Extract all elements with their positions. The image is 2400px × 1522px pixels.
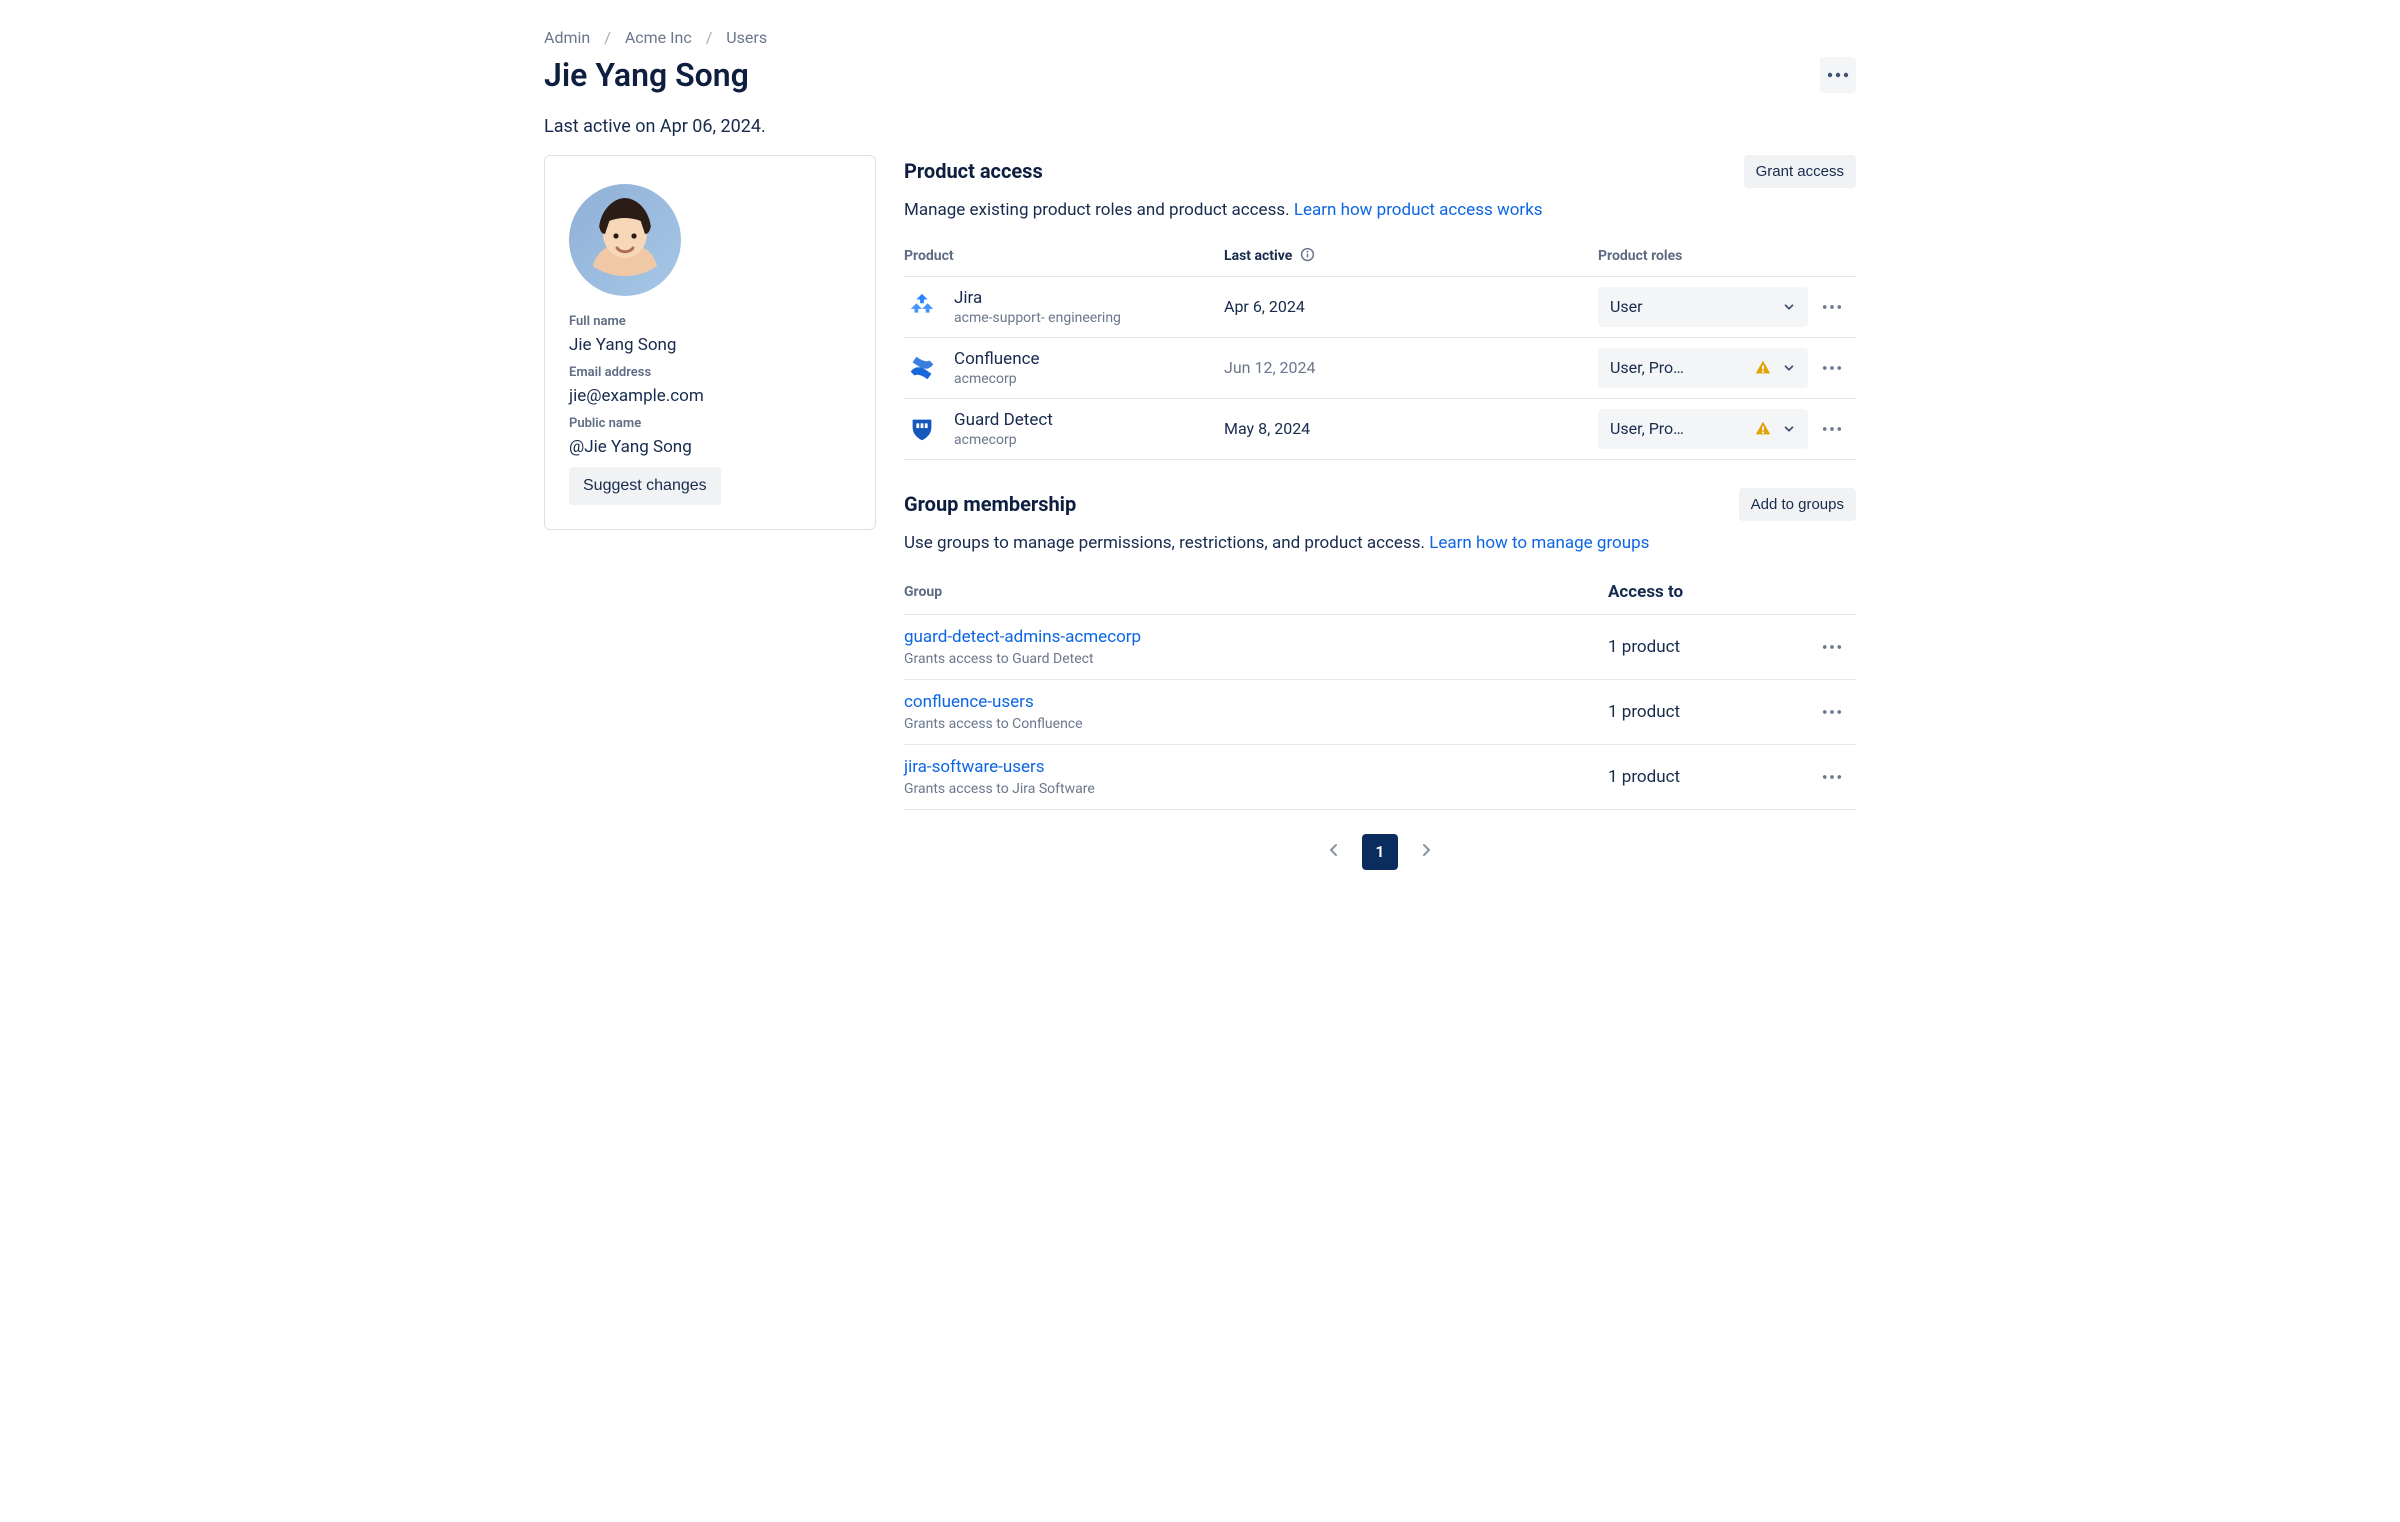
col-group-header: Group — [904, 584, 1608, 600]
group-access: 1 product — [1608, 702, 1808, 722]
group-row: confluence-users Grants access to Conflu… — [904, 680, 1856, 745]
warning-icon — [1754, 359, 1772, 377]
guard-detect-icon — [904, 411, 940, 447]
profile-card: Full name Jie Yang Song Email address ji… — [544, 155, 876, 530]
product-role-select[interactable]: User, Pro… — [1598, 409, 1808, 449]
page-actions-button[interactable] — [1820, 57, 1856, 93]
groups-table: Group Access to guard-detect-admins-acme… — [904, 570, 1856, 810]
confluence-icon — [904, 350, 940, 386]
chevron-down-icon — [1782, 300, 1796, 314]
pagination: 1 — [904, 834, 1856, 870]
group-name-link[interactable]: confluence-users — [904, 692, 1034, 712]
col-last-active-header: Last active — [1224, 248, 1292, 264]
product-role-value: User, Pro… — [1610, 419, 1684, 438]
product-name: Guard Detect — [954, 410, 1053, 430]
group-desc: Grants access to Confluence — [904, 716, 1608, 732]
group-membership-section: Group membership Add to groups Use group… — [904, 488, 1856, 870]
row-actions-button[interactable] — [1818, 354, 1846, 382]
col-roles-header: Product roles — [1598, 248, 1808, 264]
breadcrumb-users[interactable]: Users — [726, 28, 767, 47]
col-access-header: Access to — [1608, 582, 1808, 602]
group-membership-desc: Use groups to manage permissions, restri… — [904, 533, 1856, 553]
group-row: jira-software-users Grants access to Jir… — [904, 745, 1856, 810]
product-row: Guard Detect acmecorp May 8, 2024 User, … — [904, 399, 1856, 460]
product-last-active: Apr 6, 2024 — [1224, 297, 1354, 316]
full-name-label: Full name — [569, 314, 851, 329]
full-name-value: Jie Yang Song — [569, 335, 851, 355]
row-actions-button[interactable] — [1818, 633, 1846, 661]
pagination-prev[interactable] — [1320, 838, 1348, 866]
product-access-title: Product access — [904, 159, 1043, 183]
breadcrumb: Admin / Acme Inc / Users — [544, 28, 1856, 47]
product-org: acmecorp — [954, 371, 1040, 387]
product-role-value: User, Pro… — [1610, 358, 1684, 377]
product-org: acme-support- engineering — [954, 310, 1121, 326]
breadcrumb-admin[interactable]: Admin — [544, 28, 590, 47]
product-name: Jira — [954, 288, 1121, 308]
row-actions-button[interactable] — [1818, 415, 1846, 443]
chevron-left-icon — [1326, 842, 1342, 862]
product-role-select[interactable]: User, Pro… — [1598, 348, 1808, 388]
group-access: 1 product — [1608, 637, 1808, 657]
group-name-link[interactable]: jira-software-users — [904, 757, 1045, 777]
group-membership-title: Group membership — [904, 492, 1076, 516]
product-access-desc-text: Manage existing product roles and produc… — [904, 200, 1294, 220]
col-product-header: Product — [904, 248, 1224, 264]
suggest-changes-button[interactable]: Suggest changes — [569, 467, 721, 505]
pagination-next[interactable] — [1412, 838, 1440, 866]
add-to-groups-button[interactable]: Add to groups — [1739, 488, 1856, 521]
page-title: Jie Yang Song — [544, 57, 749, 94]
product-access-desc: Manage existing product roles and produc… — [904, 200, 1856, 220]
email-label: Email address — [569, 365, 851, 380]
group-access: 1 product — [1608, 767, 1808, 787]
product-last-active: May 8, 2024 — [1224, 419, 1354, 438]
group-desc: Grants access to Jira Software — [904, 781, 1608, 797]
group-desc: Grants access to Guard Detect — [904, 651, 1608, 667]
chevron-down-icon — [1782, 361, 1796, 375]
product-row: Confluence acmecorp Jun 12, 2024 User, P… — [904, 338, 1856, 399]
product-name: Confluence — [954, 349, 1040, 369]
row-actions-button[interactable] — [1818, 763, 1846, 791]
product-row: Jira acme-support- engineering Apr 6, 20… — [904, 277, 1856, 338]
product-role-select[interactable]: User — [1598, 287, 1808, 327]
avatar — [569, 184, 681, 296]
pagination-current[interactable]: 1 — [1362, 834, 1398, 870]
group-membership-learn-link[interactable]: Learn how to manage groups — [1429, 533, 1649, 553]
product-role-value: User — [1610, 297, 1643, 316]
email-value: jie@example.com — [569, 386, 851, 406]
more-horizontal-icon — [1827, 72, 1849, 78]
group-row: guard-detect-admins-acmecorp Grants acce… — [904, 615, 1856, 680]
product-access-learn-link[interactable]: Learn how product access works — [1294, 200, 1543, 220]
row-actions-button[interactable] — [1818, 698, 1846, 726]
breadcrumb-separator: / — [604, 28, 611, 47]
public-name-value: @Jie Yang Song — [569, 437, 851, 457]
chevron-down-icon — [1782, 422, 1796, 436]
chevron-right-icon — [1418, 842, 1434, 862]
warning-icon — [1754, 420, 1772, 438]
public-name-label: Public name — [569, 416, 851, 431]
grant-access-button[interactable]: Grant access — [1744, 155, 1856, 188]
row-actions-button[interactable] — [1818, 293, 1846, 321]
last-active-text: Last active on Apr 06, 2024. — [544, 116, 1856, 137]
jira-icon — [904, 289, 940, 325]
product-access-section: Product access Grant access Manage exist… — [904, 155, 1856, 460]
breadcrumb-org[interactable]: Acme Inc — [625, 28, 692, 47]
product-access-table: Product Last active Product roles — [904, 237, 1856, 460]
group-name-link[interactable]: guard-detect-admins-acmecorp — [904, 627, 1141, 647]
breadcrumb-separator: / — [706, 28, 713, 47]
product-org: acmecorp — [954, 432, 1053, 448]
group-membership-desc-text: Use groups to manage permissions, restri… — [904, 533, 1429, 553]
info-icon[interactable] — [1300, 247, 1315, 266]
product-last-active: Jun 12, 2024 — [1224, 358, 1354, 377]
